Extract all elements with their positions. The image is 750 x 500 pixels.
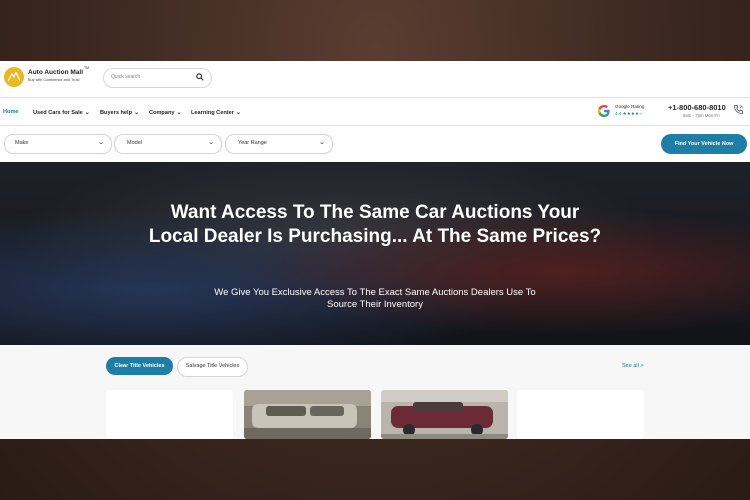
search-input[interactable]: Quick search [103, 68, 212, 88]
google-rating-value: 4.4 ★★★★☆ [615, 111, 644, 116]
make-select-label: Make [15, 140, 29, 146]
nav-item-label: Buyers help [100, 110, 133, 116]
hero-background-overlay [0, 162, 750, 345]
find-vehicle-button[interactable]: Find Your Vehicle Now [661, 134, 747, 154]
top-header: Auto Auction Mall TM Buy with Confidence… [0, 61, 750, 97]
chevron-down-icon: ⌄ [235, 110, 241, 116]
phone-icon[interactable] [733, 104, 744, 115]
model-select[interactable]: Model ⌄ [114, 134, 222, 154]
nav-item-label: Used Cars for Sale [33, 110, 83, 116]
nav-item-used-cars[interactable]: Used Cars for Sale ⌄ [33, 109, 90, 116]
google-icon [597, 105, 610, 117]
main-nav: Home Used Cars for Sale ⌄ Buyers help ⌄ Co… [0, 98, 750, 125]
make-select[interactable]: Make ⌄ [4, 134, 112, 154]
year-range-select[interactable]: Year Range ⌄ [225, 134, 333, 154]
nav-item-label: Learning Center [191, 110, 234, 116]
business-hours: 9am - 7pm Mon-Fri [683, 113, 720, 118]
nav-item-home[interactable]: Home [3, 109, 19, 115]
vehicle-card[interactable] [244, 390, 371, 439]
chevron-down-icon: ⌄ [98, 139, 104, 146]
chevron-down-icon: ⌄ [84, 110, 90, 116]
tab-clear-title[interactable]: Clear Title Vehicles [106, 357, 173, 375]
hero-banner: Want Access To The Same Car Auctions You… [0, 162, 750, 345]
trademark-mark: TM [84, 66, 90, 70]
nav-item-label: Home [3, 109, 19, 115]
nav-divider [0, 125, 750, 126]
phone-number[interactable]: +1-800-680-8010 [668, 103, 726, 112]
nav-item-company[interactable]: Company ⌄ [149, 109, 182, 116]
brand-tagline: Buy with Confidence and Trust [28, 78, 80, 82]
listings-section: Clear Title Vehicles Salvage Title Vehic… [0, 345, 750, 439]
nav-item-buyers-help[interactable]: Buyers help ⌄ [100, 109, 139, 116]
model-select-label: Model [127, 140, 142, 146]
vehicle-photo [244, 390, 371, 439]
search-icon[interactable] [196, 73, 204, 81]
brand-name[interactable]: Auto Auction Mall [28, 69, 83, 76]
hero-title: Want Access To The Same Car Auctions You… [148, 202, 602, 247]
chevron-down-icon: ⌄ [208, 139, 214, 146]
hero-subtitle: We Give You Exclusive Access To The Exac… [214, 287, 536, 310]
vehicle-photo [381, 390, 508, 439]
vehicle-card[interactable] [517, 390, 644, 439]
nav-item-label: Company [149, 110, 175, 116]
vehicle-card[interactable] [106, 390, 233, 439]
search-placeholder: Quick search [111, 74, 141, 80]
chevron-down-icon: ⌄ [134, 110, 140, 116]
year-range-label: Year Range [238, 140, 267, 146]
browser-viewport: Auto Auction Mall TM Buy with Confidence… [0, 61, 750, 439]
chevron-down-icon: ⌄ [176, 110, 182, 116]
nav-item-learning-center[interactable]: Learning Center ⌄ [191, 109, 241, 116]
google-rating-title: Google Rating [615, 104, 645, 109]
chevron-down-icon: ⌄ [319, 139, 325, 146]
tab-salvage-title[interactable]: Salvage Title Vehicles [177, 357, 248, 377]
see-all-link[interactable]: See all > [622, 363, 644, 369]
vehicle-card[interactable] [381, 390, 508, 439]
logo-icon[interactable] [4, 67, 24, 87]
